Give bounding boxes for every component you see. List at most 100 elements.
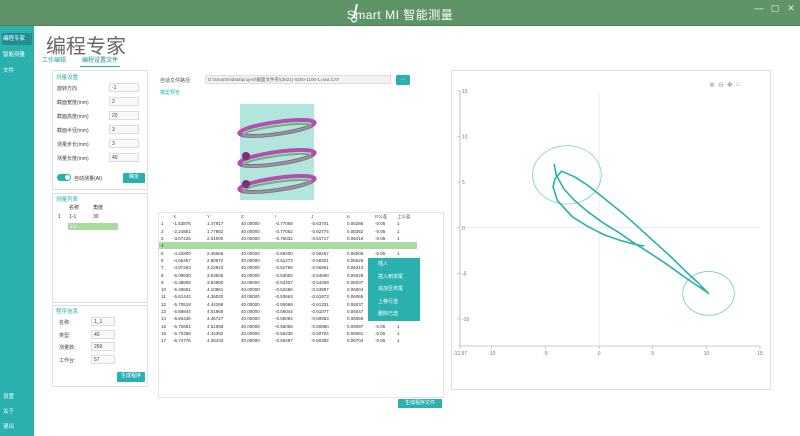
- angle-list-panel: 测量列表 名称 角度 1 1-1 30 1-2 ...: [52, 193, 148, 303]
- list-item[interactable]: 1 1-1 30: [58, 214, 146, 222]
- table-row[interactable]: 1 -1.53876 1.47917 40.00000 -0.77059 -0.63701…: [159, 220, 417, 227]
- field-value-input[interactable]: 1_1: [91, 317, 115, 326]
- context-menu: 插入 插入到末尾 追加至末尾 上移行选 删除已选: [368, 258, 420, 321]
- table-row[interactable]: 16 -5.70288 4.44392 40.00000 -0.56238 -0.5070…: [159, 330, 417, 337]
- field-value-input[interactable]: 3: [109, 139, 139, 148]
- table-cell: 40.00000: [241, 338, 260, 344]
- field-value-input[interactable]: 20: [109, 111, 139, 120]
- table-cell: 4: [161, 243, 164, 249]
- table-row[interactable]: 15 -5.70691 4.51958 40.00000 -0.56065 -0.5088…: [159, 322, 417, 329]
- sidebar-item-exit[interactable]: 退出: [2, 421, 32, 433]
- table-cell: -0.68400: [275, 250, 293, 256]
- field-value-input[interactable]: 3: [109, 125, 139, 134]
- table-row[interactable]: 3 -3.07425 2.01000 40.00000 -0.76032 -0.61717…: [159, 235, 417, 242]
- table-row[interactable]: 2 -2.24851 1.77882 40.00000 -0.77062 -0.62774…: [159, 228, 417, 235]
- table-cell: -0.56065: [275, 323, 293, 329]
- pan-icon[interactable]: ✥: [727, 81, 733, 89]
- home-icon[interactable]: ⌂: [736, 81, 740, 89]
- close-icon[interactable]: ✕: [786, 3, 796, 14]
- table-cell: -4.65467: [173, 257, 191, 263]
- table-cell: -0.05: [375, 221, 386, 227]
- file-path-label: 自适文件路径:: [160, 78, 192, 84]
- tab-work-edit[interactable]: 工作编辑: [40, 55, 68, 67]
- table-cell: 1: [397, 236, 400, 242]
- table-cell: -0.52796: [275, 265, 293, 271]
- context-menu-item-move-up[interactable]: 上移行选: [368, 296, 420, 309]
- x-tick-label: -12.97: [453, 351, 467, 357]
- table-cell: -5.88844: [173, 309, 191, 314]
- table-cell: 40.00000: [241, 265, 260, 271]
- list-item-selected[interactable]: 1-2 ...: [68, 223, 118, 230]
- table-row[interactable]: 5 -4.42800 2.46566 40.00000 -0.68400 -0.58467…: [159, 249, 417, 256]
- table-row[interactable]: 4: [159, 242, 417, 250]
- table-row[interactable]: 17 -5.74776 4.36433 40.00000 -0.56497 -0.5038…: [159, 337, 417, 344]
- field-value-input[interactable]: 269: [91, 342, 115, 351]
- field-row: 测量步长(mm) 3: [57, 139, 143, 149]
- tab-bar: 工作编辑 编程设置文件: [40, 55, 121, 67]
- program-info-title: 程序信息: [56, 309, 79, 315]
- field-value-input[interactable]: 57: [91, 355, 115, 364]
- browse-button[interactable]: ...: [396, 75, 410, 85]
- table-cell: -0.53307: [275, 279, 293, 285]
- maximize-icon[interactable]: ▢: [770, 3, 780, 14]
- table-header-row: X Y Z I J K R公差 上公差: [159, 213, 417, 220]
- auto-measure-toggle[interactable]: [57, 174, 71, 181]
- table-cell: -3.07425: [173, 236, 191, 242]
- field-value-input[interactable]: 40: [109, 153, 139, 162]
- field-label: 截面高度(mm): [57, 114, 89, 120]
- table-cell: [345, 242, 373, 249]
- x-tick-label: -5: [543, 351, 548, 357]
- angle-list-title: 测量列表: [56, 197, 79, 203]
- zoom-out-icon[interactable]: ⊖: [718, 81, 724, 89]
- context-menu-item-insert[interactable]: 插入: [368, 258, 420, 271]
- table-cell: -0.53987: [311, 287, 329, 293]
- generate-program-button[interactable]: 生成程序: [117, 372, 145, 382]
- field-row: 截面宽度(mm) 2: [57, 97, 143, 107]
- generate-file-button[interactable]: 生成程序文件: [398, 399, 442, 408]
- table-cell: -4.42800: [173, 250, 191, 256]
- confirm-button[interactable]: 确定: [123, 173, 145, 183]
- table-cell: 0.06352: [347, 228, 364, 234]
- table-cell: 14: [161, 316, 167, 322]
- table-cell: 1: [397, 221, 400, 227]
- context-menu-item-insert-end[interactable]: 插入到末尾: [368, 271, 420, 284]
- table-cell: -0.05: [375, 236, 386, 242]
- field-label: 截面宽度(mm): [57, 100, 89, 106]
- field-value-dropdown[interactable]: -1: [109, 83, 139, 92]
- table-cell: 1: [397, 250, 400, 256]
- minimize-icon[interactable]: —: [754, 3, 764, 14]
- table-cell: 0.06704: [347, 338, 364, 344]
- table-cell: -0.76032: [275, 236, 293, 242]
- table-cell: -0.56961: [311, 265, 329, 271]
- sidebar-item-file[interactable]: 文件: [2, 65, 32, 77]
- file-path-input[interactable]: D:\Smartmi\data\project\截面文件夹\(3621)-020…: [205, 75, 391, 84]
- table-cell: -0.55568: [275, 301, 293, 307]
- column-header: Z: [241, 214, 244, 220]
- field-label: 旋转方向: [57, 86, 78, 92]
- table-cell: 0.06286: [347, 221, 364, 227]
- table-cell: -5.70518: [173, 301, 191, 307]
- table-cell: -5.49651: [173, 287, 191, 293]
- field-value-input[interactable]: 2: [109, 97, 139, 106]
- table-cell: 1: [397, 330, 400, 336]
- sidebar-item-about[interactable]: 关于: [2, 406, 32, 418]
- table-cell: -5.74776: [173, 338, 191, 344]
- y-tick-label: -10: [462, 317, 469, 323]
- table-cell: 15: [161, 323, 167, 329]
- sidebar-item-settings[interactable]: 设置: [2, 391, 32, 403]
- profile-chart[interactable]: -12.97 -10 -5 0 5 10 15 15 10 5 0 -5 -10: [452, 71, 770, 389]
- field-value-input[interactable]: 40: [91, 330, 115, 339]
- profile-chart-panel: ⊕ ⊖ ✥ ⌂ -12.97 -10 -5 0 5 10 15 15 10 5 0 -5 -10: [451, 70, 771, 390]
- context-menu-item-delete[interactable]: 删除已选: [368, 308, 420, 321]
- table-cell: 40.00000: [241, 236, 260, 242]
- context-menu-item-append[interactable]: 追加至末尾: [368, 283, 420, 296]
- zoom-in-icon[interactable]: ⊕: [709, 81, 715, 89]
- tab-program-settings[interactable]: 编程设置文件: [80, 55, 121, 67]
- table-cell: -0.56084: [275, 316, 293, 322]
- column-header-angle: 角度: [93, 205, 104, 211]
- sidebar-item-measure[interactable]: 智能测量: [2, 49, 32, 61]
- column-header: [159, 213, 171, 220]
- table-cell: [205, 242, 239, 249]
- table-cell: 3.22943: [207, 265, 224, 271]
- sidebar-item-programming[interactable]: 编程专家: [2, 33, 32, 45]
